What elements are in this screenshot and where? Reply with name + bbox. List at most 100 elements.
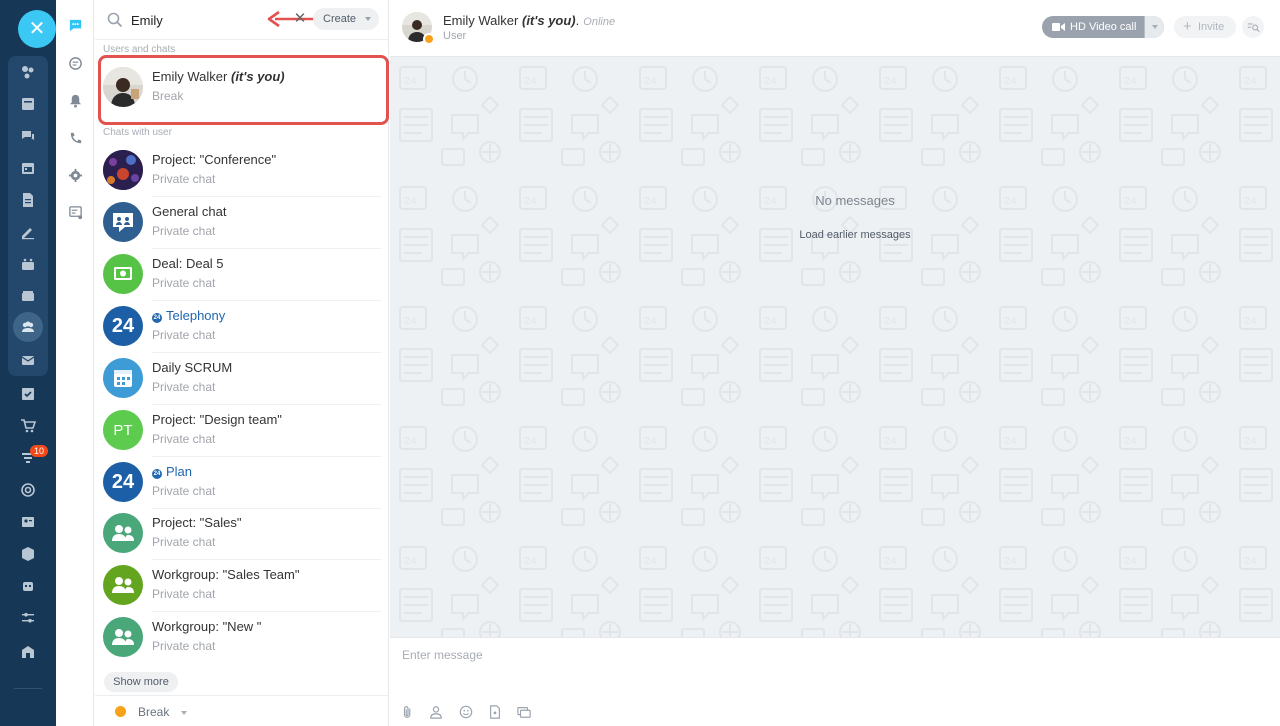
chat-subtitle: Private chat [152,535,216,549]
chat-item-plan[interactable]: 24 24 Plan Private chat [95,457,389,509]
chat-subtitle: Private chat [152,172,216,186]
chat-title: Project: "Sales" [152,515,242,530]
user-mention-icon[interactable] [428,704,444,720]
chat-subtitle: Private chat [152,276,216,290]
group-icon [103,513,143,553]
chat-title: Project: "Design team" [152,412,282,427]
chat-dialog: Emily Walker (it's you). Online User HD V… [390,0,1280,726]
plus-icon: + [1183,18,1192,35]
chat-subtitle: Private chat [152,639,216,653]
chat-item-deal[interactable]: Deal: Deal 5 Private chat [95,249,389,301]
dialog-title: Emily Walker (it's you). Online [443,13,615,28]
documents-icon[interactable] [16,188,40,212]
load-earlier-link[interactable]: Load earlier messages [390,229,1280,241]
calendar-icon[interactable] [16,156,40,180]
search-messages-icon[interactable] [1242,16,1264,38]
chat-item-daily-scrum[interactable]: Daily SCRUM Private chat [95,353,389,405]
chat-title: General chat [152,204,227,219]
its-you-label: (it's you) [521,13,576,28]
attach-icon[interactable] [400,704,416,720]
cart-icon[interactable] [16,414,40,438]
chat-icon[interactable] [16,124,40,148]
hd-video-call-button[interactable]: HD Video call [1042,16,1164,38]
robot-icon[interactable] [16,574,40,598]
message-composer [390,637,1280,726]
clear-search-icon[interactable]: ✕ [293,11,307,27]
sign-icon[interactable] [16,220,40,244]
avatar-24: 24 [103,462,143,502]
notification-badge: 10 [30,445,48,457]
settings-sliders-icon[interactable] [16,606,40,630]
group-icon [103,617,143,657]
notifications-bell-icon[interactable] [66,91,84,109]
chat-subtitle: Private chat [152,224,216,238]
bitrix24-icon: 24 [152,469,162,479]
section-chats-label: Chats with user [103,127,172,138]
chat-subtitle: Private chat [152,432,216,446]
gear-icon[interactable] [66,166,84,184]
file-icon[interactable] [487,704,503,720]
chat-item-telephony[interactable]: 24 24 Telephony Private chat [95,301,389,353]
workgroups-icon[interactable] [13,312,43,342]
smile-icon[interactable] [458,704,474,720]
my-status-selector[interactable]: Break [95,695,389,726]
search-input[interactable] [131,9,281,31]
deal-icon [103,254,143,294]
chat-title: Workgroup: "New " [152,619,262,634]
show-more-button[interactable]: Show more [104,672,178,692]
title-separator: . [575,13,580,28]
feed-icon[interactable] [16,60,40,84]
bitrix24-icon: 24 [152,313,162,323]
tasks-icon[interactable] [16,92,40,116]
chat-title-text: Plan [166,464,193,479]
mail-icon[interactable] [16,348,40,372]
box-icon[interactable] [16,542,40,566]
status-badge [423,33,435,45]
background-pattern: 24 [390,57,1280,637]
contacts-icon[interactable] [16,510,40,534]
create-button-label: Create [323,13,357,25]
phone-icon[interactable] [66,129,84,147]
chat-item-general[interactable]: General chat Private chat [95,197,389,249]
chevron-down-icon[interactable] [1144,16,1164,38]
calendar-icon [103,358,143,398]
dialog-subtitle: User [443,30,467,42]
screen-share-icon[interactable] [516,704,532,720]
chat-item-sales[interactable]: Project: "Sales" Private chat [95,508,389,560]
annotation-highlight-box [98,55,389,125]
avatar-24: 24 [103,306,143,346]
create-button[interactable]: Create [313,8,379,30]
inbox-icon[interactable] [16,284,40,308]
close-icon[interactable]: ✕ [18,10,56,48]
avatar-initials: PT [103,410,143,450]
status-label: Break [138,705,170,719]
target-icon[interactable] [16,478,40,502]
chat-list-icon[interactable] [66,203,84,221]
chat-item-sales-team[interactable]: Workgroup: "Sales Team" Private chat [95,560,389,612]
openlines-icon[interactable] [66,54,84,72]
chat-subtitle: Private chat [152,380,216,394]
drive-icon[interactable] [16,252,40,276]
status-icon [115,706,126,717]
chat-item-new[interactable]: Workgroup: "New " Private chat [95,612,389,664]
message-input[interactable] [402,644,1262,666]
sidebar-divider [14,688,42,689]
dialog-name: Emily Walker [443,13,519,28]
chat-title: 24 Plan [152,464,192,479]
chat-title-text: Telephony [166,308,226,323]
chat-subtitle: Private chat [152,328,216,342]
group-icon [103,565,143,605]
messenger-nav [56,0,94,726]
company-icon[interactable] [16,640,40,664]
search-icon [107,12,123,28]
chat-item-conference[interactable]: Project: "Conference" Private chat [95,145,389,197]
checklist-icon[interactable] [16,382,40,406]
chevron-down-icon [181,711,187,715]
chat-header: Emily Walker (it's you). Online User HD V… [390,0,1280,57]
online-status: Online [583,16,616,28]
chat-item-design-team[interactable]: PT Project: "Design team" Private chat [95,405,389,457]
invite-button[interactable]: + Invite [1174,16,1236,38]
avatar [103,150,143,190]
message-area: 24 No messages Load earlier messages [390,57,1280,637]
chats-tab-icon[interactable] [66,16,84,34]
